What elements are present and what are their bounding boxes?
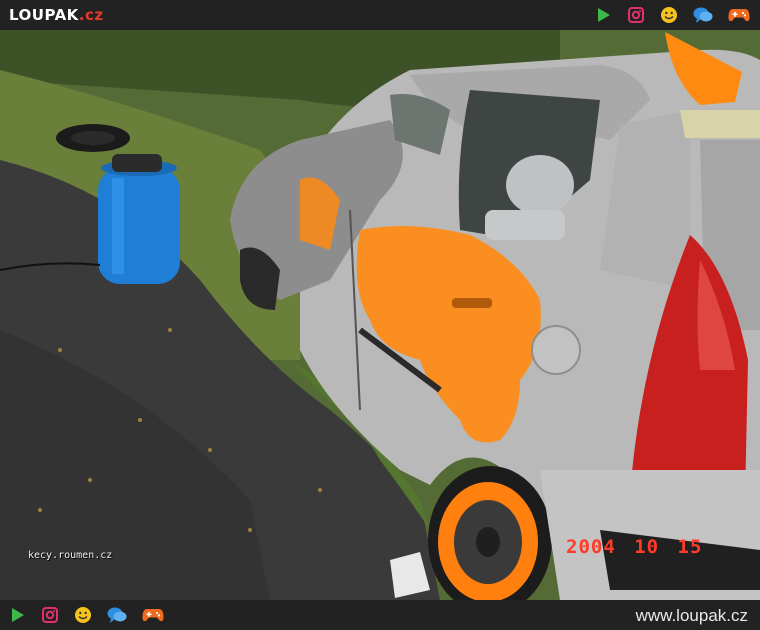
crashed-car-photo: kecy.roumen.cz 2004 10 15 <box>0 30 760 600</box>
top-icon-group <box>594 6 750 24</box>
instagram-icon[interactable] <box>627 6 645 24</box>
play-icon[interactable] <box>594 6 612 24</box>
photo-illustration <box>0 30 760 600</box>
logo-tld: .cz <box>78 6 104 24</box>
logo-main: LOUPAK <box>9 6 79 24</box>
site-logo[interactable]: LOUPAK.cz <box>9 6 104 24</box>
play-icon[interactable] <box>8 606 26 624</box>
site-url-link[interactable]: www.loupak.cz <box>636 606 748 626</box>
bottom-icon-group <box>8 606 164 624</box>
smiley-icon[interactable] <box>660 6 678 24</box>
gamepad-icon[interactable] <box>728 6 750 24</box>
smiley-icon[interactable] <box>74 606 92 624</box>
gamepad-icon[interactable] <box>142 606 164 624</box>
photo-watermark: kecy.roumen.cz <box>28 550 113 561</box>
instagram-icon[interactable] <box>41 606 59 624</box>
chat-icon[interactable] <box>107 606 127 624</box>
photo-date-stamp: 2004 10 15 <box>566 536 703 558</box>
chat-icon[interactable] <box>693 6 713 24</box>
bottom-bar: www.loupak.cz <box>0 600 760 630</box>
top-bar: LOUPAK.cz <box>0 0 760 30</box>
